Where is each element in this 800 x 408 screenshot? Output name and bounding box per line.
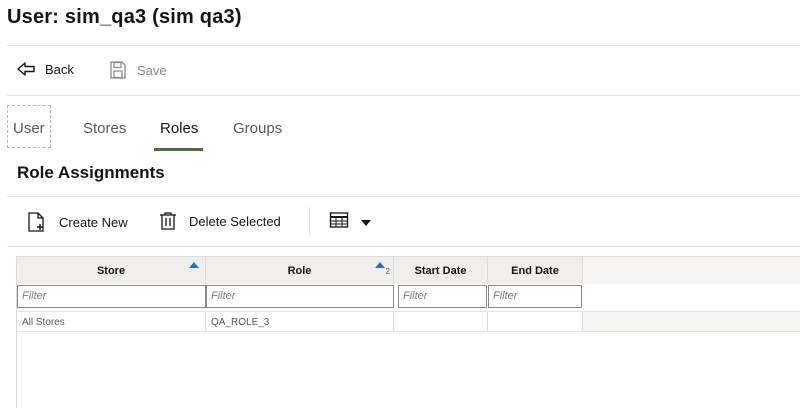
column-header-end-date[interactable]: End Date (488, 257, 583, 284)
divider (7, 45, 800, 46)
trash-icon (158, 211, 178, 231)
start-date-filter-input[interactable]: Filter (398, 285, 487, 308)
role-assignments-table: Store Role 2 Start Date End Date Filter … (16, 256, 800, 408)
divider (7, 95, 800, 96)
save-icon (108, 60, 128, 80)
sort-ascending-icon (375, 261, 385, 271)
caret-down-icon (361, 214, 371, 232)
back-arrow-icon (16, 60, 36, 78)
column-header-role[interactable]: Role 2 (206, 257, 394, 284)
delete-selected-label: Delete Selected (189, 213, 281, 229)
column-header-label: Start Date (414, 264, 467, 277)
divider (7, 246, 800, 247)
section-title: Role Assignments (17, 163, 165, 182)
view-options-button[interactable] (329, 211, 371, 234)
delete-selected-button[interactable]: Delete Selected (158, 211, 281, 231)
sort-ascending-icon (189, 261, 199, 271)
column-header-label: Role (287, 264, 312, 277)
role-filter-input[interactable]: Filter (206, 285, 394, 308)
sort-order-number: 2 (385, 267, 390, 276)
cell-end-date[interactable] (488, 311, 583, 332)
cell-role[interactable]: QA_ROLE_3 (206, 311, 394, 332)
tab-roles[interactable]: Roles (160, 120, 198, 137)
cell-store[interactable]: All Stores (17, 311, 206, 332)
create-new-label: Create New (59, 214, 128, 230)
end-date-filter-input[interactable]: Filter (488, 285, 582, 308)
table-icon (329, 211, 349, 234)
header-filler (583, 257, 800, 284)
create-new-button[interactable]: Create New (27, 211, 128, 233)
back-label: Back (45, 61, 74, 77)
divider (7, 196, 800, 197)
column-header-label: Store (96, 264, 126, 277)
row-filler (583, 311, 800, 332)
save-label: Save (137, 62, 167, 78)
save-button[interactable]: Save (108, 60, 167, 80)
back-button[interactable]: Back (16, 60, 74, 78)
tab-groups[interactable]: Groups (233, 120, 282, 137)
column-header-store[interactable]: Store (17, 257, 206, 284)
new-document-icon (27, 211, 47, 233)
toolbar-separator (309, 207, 310, 236)
column-header-label: End Date (511, 264, 559, 277)
store-filter-input[interactable]: Filter (17, 285, 206, 308)
tab-user[interactable]: User (7, 105, 51, 148)
tab-stores[interactable]: Stores (83, 120, 126, 137)
active-tab-indicator (154, 148, 203, 151)
page-title: User: sim_qa3 (sim qa3) (7, 6, 242, 28)
column-header-start-date[interactable]: Start Date (394, 257, 488, 284)
cell-start-date[interactable] (394, 311, 488, 332)
